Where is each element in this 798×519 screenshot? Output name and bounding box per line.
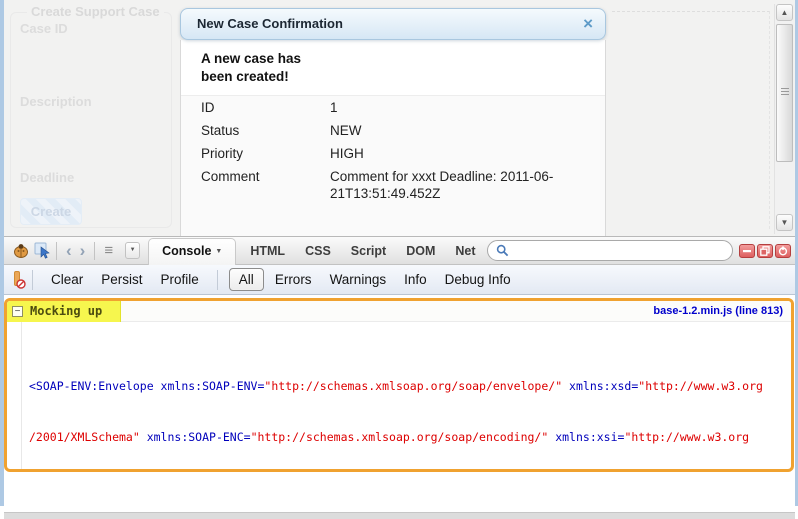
- tab-css[interactable]: CSS: [295, 244, 341, 258]
- forward-chevron-icon[interactable]: ›: [76, 243, 90, 259]
- log-group-header[interactable]: − Mocking up base-1.2.min.js (line 813): [7, 301, 791, 322]
- dialog-title: New Case Confirmation: [197, 9, 343, 39]
- options-separator: [217, 270, 218, 290]
- options-separator: [32, 270, 33, 290]
- row-value: HIGH: [330, 145, 585, 162]
- description-label: Description: [20, 94, 92, 109]
- command-line-strip[interactable]: [4, 512, 795, 519]
- collapse-icon[interactable]: −: [12, 306, 23, 317]
- fieldset-legend: Create Support Case: [27, 4, 164, 19]
- dialog-message: A new case has been created!: [181, 40, 605, 96]
- filter-warnings-button[interactable]: Warnings: [321, 269, 396, 290]
- soap-xml-log: <SOAP-ENV:Envelope xmlns:SOAP-ENV="http:…: [7, 322, 791, 472]
- gutter-line: [21, 322, 22, 472]
- dropdown-caret-icon[interactable]: ▼: [125, 242, 140, 259]
- console-caret-icon: ▼: [215, 248, 222, 255]
- filter-errors-button[interactable]: Errors: [266, 269, 321, 290]
- panel-list-icon[interactable]: ≡: [100, 242, 117, 259]
- console-log-area: − Mocking up base-1.2.min.js (line 813) …: [4, 295, 795, 512]
- minimize-firebug-icon[interactable]: [739, 244, 755, 258]
- row-label: Priority: [201, 145, 330, 162]
- xml-line: <SOAP-ENV:Envelope xmlns:SOAP-ENV="http:…: [29, 378, 787, 395]
- source-file-link[interactable]: base-1.2.min.js (line 813): [653, 305, 783, 317]
- tab-html[interactable]: HTML: [240, 244, 295, 258]
- search-input[interactable]: [514, 243, 724, 259]
- dialog-row-priority: Priority HIGH: [181, 142, 605, 165]
- dialog-body: A new case has been created! ID 1 Status…: [180, 40, 606, 236]
- firebug-tab-bar: ‹ › ≡ ▼ Console▼ HTML CSS Script DOM Net: [4, 236, 795, 265]
- window-border-left: [0, 0, 4, 506]
- tab-console[interactable]: Console▼: [148, 238, 236, 265]
- scrollbar-grip: [781, 88, 789, 97]
- search-box[interactable]: [487, 240, 733, 261]
- dialog-header: New Case Confirmation ×: [180, 8, 606, 40]
- dialog-message-line1: A new case has: [201, 51, 301, 66]
- firebug-menu-icon[interactable]: [12, 243, 30, 259]
- xml-line: /2001/XMLSchema" xmlns:SOAP-ENC="http://…: [29, 429, 787, 446]
- break-on-errors-icon[interactable]: [14, 271, 23, 288]
- create-support-case-fieldset: Create Support Case: [10, 12, 172, 228]
- dialog-close-icon[interactable]: ×: [583, 9, 593, 38]
- search-icon: [496, 244, 509, 257]
- filter-info-button[interactable]: Info: [395, 269, 436, 290]
- scroll-down-icon[interactable]: ▼: [776, 214, 793, 231]
- create-button[interactable]: Create: [20, 198, 82, 225]
- scroll-up-icon[interactable]: ▲: [776, 4, 793, 21]
- page-scrollbar[interactable]: ▲ ▼: [774, 4, 794, 234]
- dialog-row-status: Status NEW: [181, 119, 605, 142]
- dialog-message-line2: been created!: [201, 69, 289, 84]
- row-value: NEW: [330, 122, 585, 139]
- close-firebug-icon[interactable]: [775, 244, 791, 258]
- deadline-label: Deadline: [20, 170, 74, 185]
- filter-debug-info-button[interactable]: Debug Info: [436, 269, 520, 290]
- row-value: 1: [330, 99, 585, 116]
- web-page: Create Support Case Case ID Description …: [4, 0, 795, 236]
- scrollbar-thumb[interactable]: [776, 24, 793, 162]
- row-label: ID: [201, 99, 330, 116]
- dialog-row-comment: Comment Comment for xxxt Deadline: 2011-…: [181, 165, 605, 205]
- inspect-element-icon[interactable]: [34, 242, 51, 259]
- detach-window-icon[interactable]: [757, 244, 773, 258]
- profile-button[interactable]: Profile: [152, 269, 208, 290]
- group-label: Mocking up: [30, 304, 102, 318]
- toolbar-separator: [56, 242, 57, 260]
- firebug-bug-icon: [12, 243, 30, 259]
- console-options-bar: Clear Persist Profile All Errors Warning…: [4, 265, 795, 295]
- dialog-row-id: ID 1: [181, 96, 605, 119]
- row-label: Status: [201, 122, 330, 139]
- clear-button[interactable]: Clear: [42, 269, 92, 290]
- filter-all-button[interactable]: All: [229, 268, 264, 291]
- tab-script[interactable]: Script: [341, 244, 396, 258]
- faded-right-panel: [612, 11, 770, 229]
- toolbar-separator: [94, 242, 95, 260]
- case-id-label: Case ID: [20, 21, 68, 36]
- row-label: Comment: [201, 168, 330, 202]
- tab-dom[interactable]: DOM: [396, 244, 445, 258]
- browser-window: Create Support Case Case ID Description …: [0, 0, 798, 519]
- persist-button[interactable]: Persist: [92, 269, 151, 290]
- tab-net[interactable]: Net: [445, 244, 485, 258]
- row-value: Comment for xxxt Deadline: 2011-06-21T13…: [330, 168, 585, 202]
- back-chevron-icon[interactable]: ‹: [62, 243, 76, 259]
- log-group: − Mocking up base-1.2.min.js (line 813) …: [4, 298, 794, 472]
